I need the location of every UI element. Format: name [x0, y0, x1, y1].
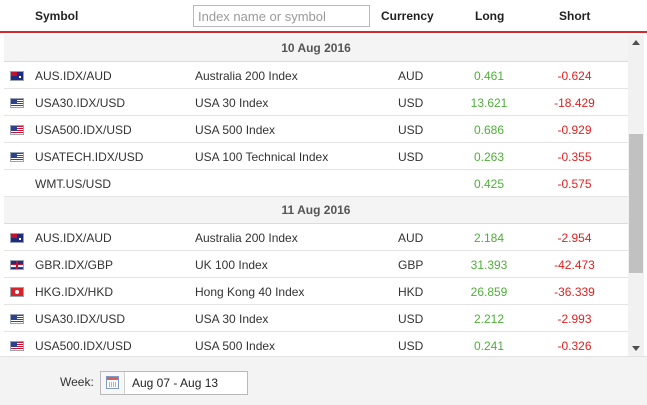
- long-value-cell: 26.859: [470, 285, 508, 299]
- column-header-symbol[interactable]: Symbol: [35, 9, 78, 23]
- flag-usd-icon: [10, 125, 24, 135]
- table-row[interactable]: USA500.IDX/USD USA 500 Index USD 0.241 -0.32…: [4, 332, 628, 356]
- long-value-cell: 2.212: [473, 312, 505, 326]
- index-name-cell: Australia 200 Index: [195, 231, 298, 245]
- table-row[interactable]: HKG.IDX/HKD Hong Kong 40 Index HKD 26.859 -3…: [4, 278, 628, 305]
- table-row[interactable]: USA500.IDX/USD USA 500 Index USD 0.686 -0.92…: [4, 116, 628, 143]
- flag-usd-icon: [10, 314, 24, 324]
- flag-gbp-icon: [10, 260, 24, 270]
- calendar-button[interactable]: [101, 372, 125, 394]
- long-value-cell: 0.425: [473, 177, 505, 191]
- currency-cell: AUD: [398, 231, 424, 245]
- flag-usd-icon: [10, 98, 24, 108]
- table-row[interactable]: GBR.IDX/GBP UK 100 Index GBP 31.393 -42.473: [4, 251, 628, 278]
- table-row[interactable]: USA30.IDX/USD USA 30 Index USD 2.212 -2.993: [4, 305, 628, 332]
- short-value-cell: -36.339: [554, 285, 595, 299]
- week-value[interactable]: Aug 07 - Aug 13: [132, 376, 218, 390]
- symbol-cell: USA500.IDX/USD: [35, 123, 132, 137]
- short-value-cell: -42.473: [554, 258, 595, 272]
- short-value-cell: -0.624: [557, 69, 592, 83]
- week-label: Week:: [60, 375, 94, 389]
- table-row[interactable]: AUS.IDX/AUD Australia 200 Index AUD 0.461 -0…: [4, 62, 628, 89]
- date-group-row: 10 Aug 2016: [4, 35, 628, 62]
- flag-hkd-icon: [10, 287, 24, 297]
- symbol-cell: AUS.IDX/AUD: [35, 231, 112, 245]
- symbol-cell: USA500.IDX/USD: [35, 339, 132, 353]
- currency-cell: USD: [398, 96, 424, 110]
- symbol-cell: AUS.IDX/AUD: [35, 69, 112, 83]
- index-name-cell: Hong Kong 40 Index: [195, 285, 305, 299]
- date-group-label: 11 Aug 2016: [281, 203, 351, 217]
- table-row[interactable]: WMT.US/USD 0.425 -0.575: [4, 170, 628, 197]
- symbol-cell: HKG.IDX/HKD: [35, 285, 114, 299]
- date-group-row: 11 Aug 2016: [4, 197, 628, 224]
- short-value-cell: -0.929: [557, 123, 592, 137]
- flag-aud-icon: [10, 71, 24, 81]
- swap-rates-table: 10 Aug 2016 AUS.IDX/AUD Australia 200 Inde…: [4, 35, 628, 356]
- currency-cell: USD: [398, 150, 424, 164]
- index-name-cell: UK 100 Index: [195, 258, 268, 272]
- short-value-cell: -2.954: [557, 231, 592, 245]
- column-header-long[interactable]: Long: [475, 9, 504, 23]
- scrollbar-thumb[interactable]: [629, 134, 643, 273]
- flag-aud-icon: [10, 233, 24, 243]
- short-value-cell: -0.326: [557, 339, 592, 353]
- currency-cell: AUD: [398, 69, 424, 83]
- table-row[interactable]: AUS.IDX/AUD Australia 200 Index AUD 2.184 -2…: [4, 224, 628, 251]
- index-name-cell: USA 100 Technical Index: [195, 150, 329, 164]
- short-value-cell: -2.993: [557, 312, 592, 326]
- table-row[interactable]: USATECH.IDX/USD USA 100 Technical Index US…: [4, 143, 628, 170]
- symbol-cell: USATECH.IDX/USD: [35, 150, 144, 164]
- index-name-cell: USA 30 Index: [195, 96, 269, 110]
- short-value-cell: -0.575: [557, 177, 592, 191]
- symbol-cell: USA30.IDX/USD: [35, 96, 126, 110]
- week-picker[interactable]: Aug 07 - Aug 13: [100, 371, 248, 395]
- short-value-cell: -0.355: [557, 150, 592, 164]
- long-value-cell: 31.393: [470, 258, 508, 272]
- currency-cell: USD: [398, 123, 424, 137]
- symbol-cell: WMT.US/USD: [35, 177, 111, 191]
- short-value-cell: -18.429: [554, 96, 595, 110]
- currency-cell: USD: [398, 312, 424, 326]
- vertical-scrollbar[interactable]: [628, 35, 644, 356]
- flag-usd-icon: [10, 341, 24, 351]
- currency-cell: GBP: [398, 258, 424, 272]
- symbol-cell: GBR.IDX/GBP: [35, 258, 114, 272]
- footer-bar: Week: Aug 07 - Aug 13: [0, 356, 647, 405]
- symbol-cell: USA30.IDX/USD: [35, 312, 126, 326]
- long-value-cell: 0.241: [473, 339, 505, 353]
- currency-cell: USD: [398, 339, 424, 353]
- table-row[interactable]: USA30.IDX/USD USA 30 Index USD 13.621 -18.42…: [4, 89, 628, 116]
- index-name-cell: USA 30 Index: [195, 312, 269, 326]
- search-input[interactable]: [193, 5, 370, 27]
- long-value-cell: 0.461: [473, 69, 505, 83]
- table-header: Symbol Currency Long Short: [0, 0, 647, 33]
- column-header-short[interactable]: Short: [559, 9, 590, 23]
- long-value-cell: 0.263: [473, 150, 505, 164]
- currency-cell: HKD: [398, 285, 424, 299]
- long-value-cell: 13.621: [470, 96, 508, 110]
- flag-usd-icon: [10, 152, 24, 162]
- date-group-label: 10 Aug 2016: [281, 41, 351, 55]
- calendar-icon: [106, 376, 119, 389]
- scroll-up-arrow-icon[interactable]: [628, 35, 644, 51]
- column-header-currency[interactable]: Currency: [381, 9, 434, 23]
- index-name-cell: USA 500 Index: [195, 339, 276, 353]
- long-value-cell: 0.686: [473, 123, 505, 137]
- index-name-cell: Australia 200 Index: [195, 69, 298, 83]
- scroll-down-arrow-icon[interactable]: [628, 340, 644, 356]
- long-value-cell: 2.184: [473, 231, 505, 245]
- index-name-cell: USA 500 Index: [195, 123, 276, 137]
